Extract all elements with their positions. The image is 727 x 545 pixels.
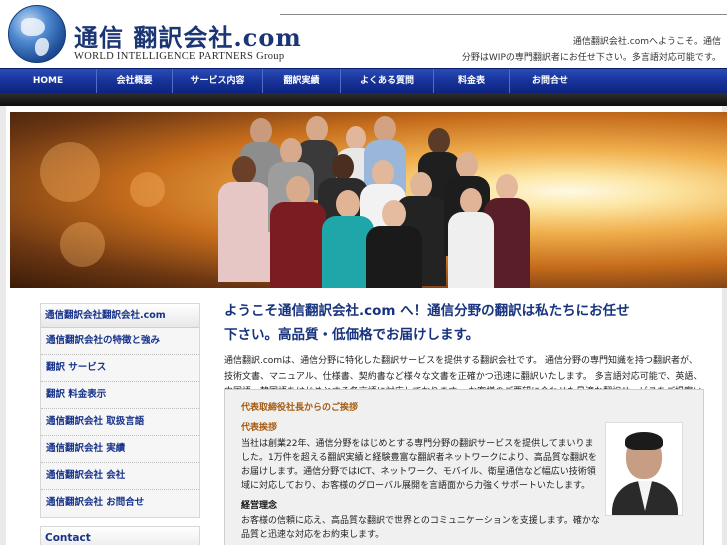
portrait-hair (625, 432, 663, 450)
nav-item[interactable]: よくある質問 (341, 69, 434, 94)
header-divider (280, 14, 727, 15)
hero-banner-image (10, 112, 727, 288)
nav-home[interactable]: HOME (0, 69, 97, 94)
nav-item[interactable]: 料金表 (434, 69, 510, 94)
greeting-subheading: 代表挨拶 (241, 423, 278, 433)
globe-land (21, 18, 45, 36)
philosophy-heading: 経営理念 (241, 501, 278, 511)
greeting-heading: 代表取締役社長からのご挨拶 (241, 403, 359, 413)
bokeh-light (60, 222, 105, 267)
bokeh-light (40, 142, 100, 202)
page-edge (0, 106, 6, 545)
sidebar-item[interactable]: 通信翻訳会社の特徴と強み (41, 328, 199, 355)
nav-item[interactable]: 会社概要 (97, 69, 173, 94)
sidebar-item[interactable]: 通信翻訳会社 取扱言語 (41, 409, 199, 436)
bokeh-light (130, 172, 165, 207)
site-logo-text[interactable]: 通信 翻訳会社.com (74, 18, 302, 53)
sidebar-item[interactable]: 通信翻訳会社 会社 (41, 463, 199, 490)
globe-land (35, 38, 49, 56)
sidebar-contact-link[interactable]: Contact (40, 526, 200, 545)
greeting-box: 代表取締役社長からのご挨拶 代表挨拶 当社は創業22年、通信分野をはじめとする専… (224, 389, 704, 545)
ceo-portrait-photo (605, 422, 683, 516)
sidebar-item[interactable]: 翻訳 料金表示 (41, 382, 199, 409)
site-logo-subtitle: WORLD INTELLIGENCE PARTNERS Group (74, 51, 285, 62)
philosophy-text: お客様の信頼に応え、高品質な翻訳で世界とのコミュニケーションを支援します。確かな… (241, 516, 600, 540)
nav-item[interactable]: 翻訳実績 (263, 69, 341, 94)
site-header: 通信 翻訳会社.com WORLD INTELLIGENCE PARTNERS … (0, 0, 727, 68)
main-nav: HOME 会社概要 サービス内容 翻訳実績 よくある質問 料金表 お問合せ (0, 68, 727, 94)
greeting-text: 当社は創業22年、通信分野をはじめとする専門分野の翻訳サービスを提供してまいりま… (241, 439, 597, 491)
nav-shadow-bar (0, 93, 727, 106)
sidebar-item[interactable]: 翻訳 サービス (41, 355, 199, 382)
sidebar-title[interactable]: 通信翻訳会社翻訳会社.com (41, 304, 199, 328)
sidebar-menu: 通信翻訳会社翻訳会社.com 通信翻訳会社の特徴と強み 翻訳 サービス 翻訳 料… (40, 303, 200, 518)
globe-logo-icon[interactable] (8, 5, 66, 63)
header-tagline: 分野はWIPの専門翻訳者にお任せ下さい。多言語対応可能です。 (461, 53, 721, 63)
nav-item[interactable]: サービス内容 (173, 69, 263, 94)
page-title: ようこそ通信翻訳会社.com へ！通信分野の翻訳は私たちにお任せ (224, 303, 630, 319)
page-title-line2: 下さい。高品質・低価格でお届けします。 (224, 327, 480, 343)
sidebar-item[interactable]: 通信翻訳会社 お問合せ (41, 490, 199, 517)
sidebar-item[interactable]: 通信翻訳会社 実績 (41, 436, 199, 463)
nav-item[interactable]: お問合せ (510, 69, 590, 94)
header-tagline: 通信翻訳会社.comへようこそ。通信 (572, 37, 721, 47)
sidebar: 通信翻訳会社翻訳会社.com 通信翻訳会社の特徴と強み 翻訳 サービス 翻訳 料… (40, 303, 200, 545)
